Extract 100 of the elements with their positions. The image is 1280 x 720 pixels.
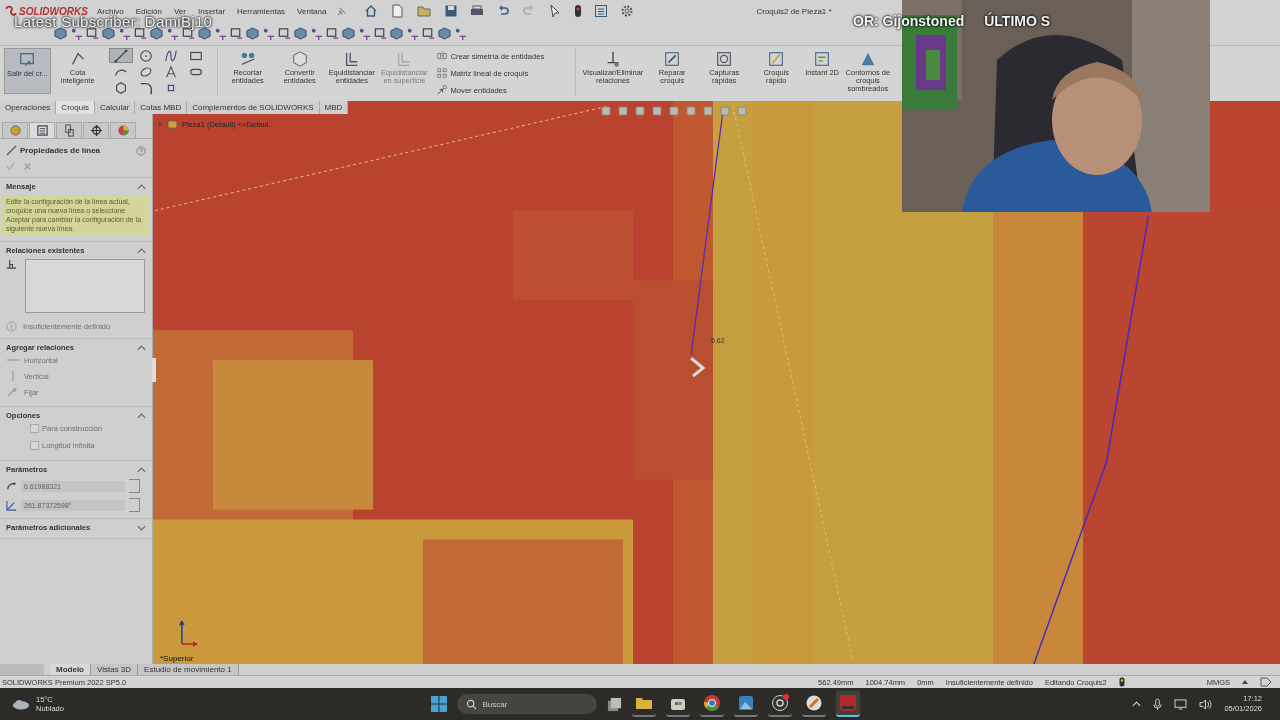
- cloud-icon: [12, 698, 30, 710]
- collapse-icon[interactable]: [137, 466, 146, 473]
- config-tab-icon: [62, 124, 76, 137]
- cube-icon[interactable]: [390, 27, 403, 40]
- rectangle-icon[interactable]: [278, 27, 291, 40]
- menu-item[interactable]: Ver: [168, 6, 191, 16]
- speaker-icon[interactable]: [1199, 698, 1213, 710]
- point-icon[interactable]: [406, 27, 419, 40]
- point-icon[interactable]: [358, 27, 371, 40]
- obs-icon: [770, 694, 789, 712]
- point-icon[interactable]: [310, 27, 323, 40]
- point-icon[interactable]: [214, 27, 227, 40]
- rectangle-icon[interactable]: [326, 27, 339, 40]
- feature-tab-icon: [8, 124, 22, 137]
- network-icon[interactable]: [1174, 698, 1188, 710]
- rectangle-icon[interactable]: [422, 27, 435, 40]
- chrome-icon: [702, 694, 721, 712]
- move-icon: [435, 84, 448, 96]
- cube-icon[interactable]: [342, 27, 355, 40]
- point-icon[interactable]: [454, 27, 467, 40]
- cursor-icon: [690, 356, 706, 378]
- obs-app-icon[interactable]: [767, 691, 792, 717]
- menu-item[interactable]: Archivo: [92, 6, 129, 16]
- circle-icon: [138, 48, 153, 63]
- angle-icon: [6, 499, 17, 511]
- list-icon[interactable]: [594, 4, 609, 18]
- search-field[interactable]: Buscar: [456, 694, 597, 714]
- subscriber-overlay-text: Latest Subscriber: DamiBj10: [14, 14, 213, 29]
- repair-icon: [663, 50, 682, 68]
- home-icon[interactable]: [364, 4, 379, 18]
- collapse-icon[interactable]: [137, 183, 146, 190]
- menu-item[interactable]: Edición: [130, 6, 167, 16]
- spline-icon: [163, 48, 178, 63]
- chevron-up-icon[interactable]: [1132, 701, 1142, 707]
- settings-icon[interactable]: [620, 4, 635, 18]
- collapse-icon[interactable]: [137, 344, 146, 351]
- rectangle-icon[interactable]: [374, 27, 387, 40]
- window-title: Croquis2 de Pieza1 *: [756, 6, 832, 16]
- dim-tab-icon: [89, 124, 103, 137]
- panel-handle[interactable]: [152, 358, 156, 382]
- logo-icon: [4, 4, 17, 18]
- tag-icon[interactable]: [1260, 677, 1272, 687]
- cube-icon[interactable]: [438, 27, 451, 40]
- mirror-icon: [435, 50, 448, 62]
- line-tool[interactable]: [108, 48, 133, 63]
- save-icon[interactable]: [444, 4, 459, 18]
- solidworks-icon: [838, 694, 857, 712]
- rectangle-icon[interactable]: [230, 27, 243, 40]
- length-icon: [6, 480, 17, 492]
- windows-icon[interactable]: [430, 696, 447, 712]
- ellipse-icon: [138, 64, 153, 79]
- checkbox[interactable]: [30, 424, 39, 434]
- cube-icon[interactable]: [102, 27, 115, 40]
- line-icon: [6, 145, 17, 156]
- cube-icon[interactable]: [54, 27, 67, 40]
- photos-icon: [736, 694, 755, 712]
- view-label: *Superior: [160, 654, 194, 663]
- expand-icon[interactable]: [137, 524, 146, 531]
- undo-icon[interactable]: [496, 4, 511, 18]
- collapse-icon[interactable]: [137, 247, 146, 254]
- solidworks-app-icon[interactable]: [835, 691, 860, 717]
- menu-item[interactable]: Herramientas: [232, 6, 291, 16]
- part-icon: [167, 119, 178, 130]
- pattern-icon: [435, 67, 448, 79]
- fix-relation-icon: [6, 387, 20, 398]
- task-view-icon[interactable]: [606, 696, 622, 712]
- cube-icon[interactable]: [294, 27, 307, 40]
- tab[interactable]: Croquis: [56, 101, 95, 114]
- rectangle-icon[interactable]: [86, 27, 99, 40]
- print-icon[interactable]: [470, 4, 485, 18]
- microphone-icon[interactable]: [1153, 697, 1163, 711]
- menu-item[interactable]: Ventana: [292, 6, 332, 16]
- text-icon: [163, 64, 178, 79]
- checkbox[interactable]: [30, 441, 39, 451]
- traffic-light-icon[interactable]: [574, 4, 583, 18]
- snap-icon: [715, 50, 734, 68]
- fillet-icon: [138, 80, 153, 95]
- display-tab-icon: [116, 124, 130, 137]
- new-document-icon[interactable]: [390, 4, 405, 18]
- dim-tab[interactable]: [83, 122, 109, 138]
- panel-title: Propiedades de línea: [20, 146, 101, 155]
- relation-icon: [6, 259, 17, 271]
- cube-icon[interactable]: [246, 27, 259, 40]
- folder-icon[interactable]: [416, 4, 433, 18]
- blender-icon: [804, 694, 823, 712]
- property-tab[interactable]: [29, 122, 55, 138]
- config-tab[interactable]: [56, 122, 82, 138]
- point-icon[interactable]: [118, 27, 131, 40]
- point-icon[interactable]: [262, 27, 275, 40]
- exit-icon: [18, 51, 37, 69]
- info-icon: [6, 321, 17, 333]
- menu-item[interactable]: Insertar: [192, 6, 231, 16]
- axis-triad-icon: [179, 620, 198, 647]
- line-icon: [113, 48, 128, 63]
- collapse-icon[interactable]: [137, 412, 146, 419]
- up-arrow-icon[interactable]: [1242, 680, 1248, 684]
- polygon-icon: [113, 80, 128, 95]
- property-tab-icon: [35, 124, 49, 137]
- check-icon[interactable]: [6, 162, 15, 171]
- point-icon[interactable]: [70, 27, 83, 40]
